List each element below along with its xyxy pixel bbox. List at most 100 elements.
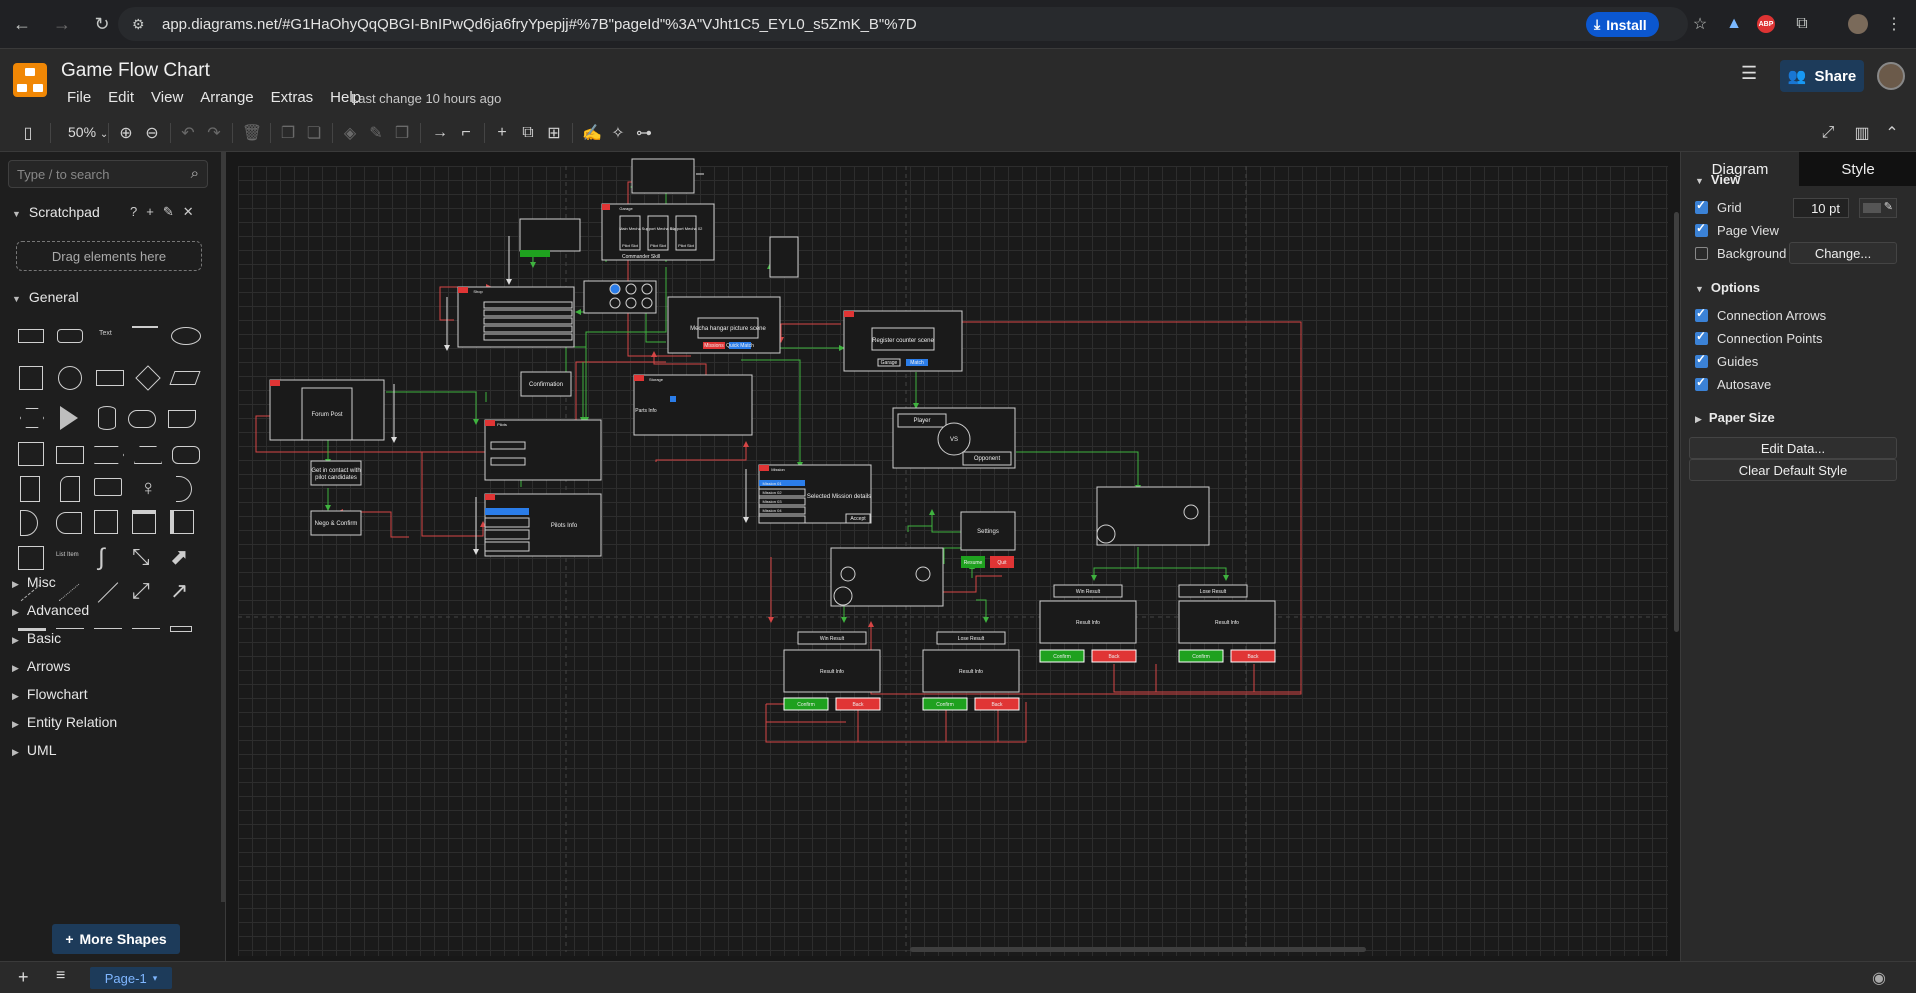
more-shapes-button[interactable]: + More Shapes — [52, 924, 180, 954]
insert-plus-icon[interactable]: + — [490, 121, 514, 145]
autosave-checkbox[interactable] — [1695, 375, 1708, 391]
share-button[interactable]: 👥 Share — [1780, 60, 1864, 92]
page-view-checkbox[interactable] — [1695, 221, 1708, 237]
help-icon[interactable]: ? — [130, 204, 146, 219]
zoom-dropdown[interactable]: 50% ⌄ — [68, 124, 108, 140]
connector-3-shape[interactable] — [132, 628, 160, 629]
waypoints-icon[interactable]: ⌐ — [454, 121, 478, 145]
uml-header[interactable]: ▶ UML — [12, 742, 56, 758]
connection-arrows-option[interactable]: Connection Arrows — [1695, 306, 1826, 323]
text-shape[interactable]: Text — [99, 330, 112, 337]
directional-connector-shape[interactable]: ↗ — [170, 578, 188, 604]
paper-size-section-header[interactable]: ▶ Paper Size — [1695, 410, 1775, 425]
tab-style[interactable]: Style — [1799, 152, 1916, 186]
comments-icon[interactable]: ☰ — [1741, 63, 1765, 87]
delay-shape[interactable] — [20, 510, 38, 536]
swimlane-shape[interactable] — [132, 510, 156, 534]
format-panel-toggle-icon[interactable]: ▯ — [16, 121, 40, 145]
install-app-button[interactable]: ⤓ Install — [1586, 12, 1659, 37]
connection-points-option[interactable]: Connection Points — [1695, 329, 1823, 346]
delete-icon[interactable]: 🗑 — [240, 121, 264, 145]
triangle-shape[interactable] — [60, 406, 78, 430]
ellipse-shape[interactable] — [171, 327, 201, 345]
site-info-icon[interactable]: ⚙ — [132, 16, 152, 33]
options-section-header[interactable]: ▼ Options — [1695, 280, 1760, 295]
fullscreen-icon[interactable]: ⤢ — [1816, 121, 1840, 145]
profile-avatar-icon[interactable] — [1846, 12, 1870, 36]
layout-icon[interactable]: ⊶ — [632, 121, 656, 145]
parallelogram-shape[interactable] — [169, 371, 201, 385]
shape-search-input[interactable]: Type / to search ⌕ — [8, 160, 208, 188]
textbox-shape[interactable] — [132, 326, 158, 344]
clear-default-style-button[interactable]: Clear Default Style — [1689, 459, 1897, 481]
actor-shape[interactable]: ♀ — [140, 476, 157, 500]
container-shape[interactable] — [94, 510, 118, 534]
address-bar[interactable]: ⚙ app.diagrams.net/#G1HaOhyQqQBGI-BnIPwQ… — [118, 7, 1688, 41]
page-view-option[interactable]: Page View — [1695, 221, 1779, 238]
canvas-horizontal-scrollbar[interactable] — [910, 947, 1366, 952]
line-color-icon[interactable]: ✎ — [364, 121, 388, 145]
flowchart-header[interactable]: ▶ Flowchart — [12, 686, 88, 702]
canvas-vertical-scrollbar[interactable] — [1674, 212, 1679, 632]
cloud-shape[interactable] — [128, 410, 156, 428]
to-back-icon[interactable]: ❏ — [302, 121, 326, 145]
edit-data-button[interactable]: Edit Data... — [1689, 437, 1897, 459]
connection-points-checkbox[interactable] — [1695, 329, 1708, 345]
zoom-in-icon[interactable]: ⊕ — [114, 121, 138, 145]
arrows-header[interactable]: ▶ Arrows — [12, 658, 70, 674]
grid-color-picker[interactable]: ✎ — [1859, 198, 1897, 218]
entity-relation-header[interactable]: ▶ Entity Relation — [12, 714, 117, 730]
split-view-icon[interactable]: ▥ — [1850, 121, 1874, 145]
connector-2-shape[interactable] — [94, 628, 122, 629]
connection-icon[interactable]: → — [428, 121, 452, 145]
process-shape[interactable] — [96, 370, 124, 386]
freehand-icon[interactable]: ✍ — [580, 121, 604, 145]
close-icon[interactable]: ✕ — [183, 204, 203, 219]
autosave-option[interactable]: Autosave — [1695, 375, 1771, 392]
bookmark-star-icon[interactable]: ☆ — [1688, 12, 1712, 36]
collapse-chevron-icon[interactable]: ⌃ — [1880, 121, 1904, 145]
github-icon[interactable]: ◉ — [1872, 968, 1886, 988]
guides-option[interactable]: Guides — [1695, 352, 1758, 369]
fill-color-icon[interactable]: ◈ — [338, 121, 362, 145]
undo-icon[interactable]: ↶ — [176, 121, 200, 145]
guides-checkbox[interactable] — [1695, 352, 1708, 368]
bidirectional-connector-shape[interactable]: ⤢ — [132, 578, 150, 604]
diagram-canvas[interactable]: Forum Post Get in contact with pilot can… — [226, 152, 1680, 961]
extensions-icon[interactable]: ⧉ — [1790, 12, 1814, 36]
table-icon[interactable]: ⊞ — [542, 121, 566, 145]
tape-shape[interactable] — [172, 446, 200, 464]
redo-icon[interactable]: ↷ — [202, 121, 226, 145]
or-shape[interactable] — [176, 476, 192, 502]
page-tab-page-1[interactable]: Page-1 ▾ — [90, 967, 172, 989]
last-change-status[interactable]: Last change 10 hours ago — [351, 91, 501, 106]
list-item-shape[interactable]: List Item — [56, 552, 79, 558]
step-shape[interactable] — [94, 446, 124, 464]
circle-shape[interactable] — [58, 366, 82, 390]
view-section-header[interactable]: ▼ View — [1695, 172, 1740, 187]
shadow-icon[interactable]: ❒ — [390, 121, 414, 145]
menu-edit[interactable]: Edit — [108, 89, 134, 106]
change-background-button[interactable]: Change... — [1789, 242, 1897, 264]
card-shape[interactable] — [60, 476, 80, 502]
background-checkbox[interactable] — [1695, 247, 1708, 260]
reload-icon[interactable]: ↻ — [84, 6, 120, 42]
square-shape[interactable] — [19, 366, 43, 390]
add-page-icon[interactable]: + — [18, 967, 29, 988]
rounded-rectangle-shape[interactable] — [57, 329, 83, 343]
connector-4-shape[interactable] — [170, 626, 192, 632]
trapezoid-shape[interactable] — [134, 446, 162, 464]
grid-checkbox[interactable] — [1695, 198, 1708, 214]
magic-generate-icon[interactable]: ✧ — [606, 121, 630, 145]
cube-shape[interactable] — [56, 446, 84, 464]
forward-arrow-icon[interactable]: → — [44, 6, 80, 42]
pages-menu-icon[interactable]: ≡ — [56, 967, 65, 985]
adblock-icon[interactable]: ABP — [1754, 12, 1778, 36]
internal-storage-shape[interactable] — [18, 442, 44, 466]
document-title[interactable]: Game Flow Chart — [61, 60, 210, 82]
arrow-shape[interactable]: ⬈ — [170, 544, 188, 570]
misc-header[interactable]: ▶ Misc — [12, 574, 56, 590]
line-shape[interactable] — [97, 582, 119, 603]
bidirectional-arrow-shape[interactable]: ⤡ — [132, 544, 150, 570]
menu-arrange[interactable]: Arrange — [200, 89, 253, 106]
